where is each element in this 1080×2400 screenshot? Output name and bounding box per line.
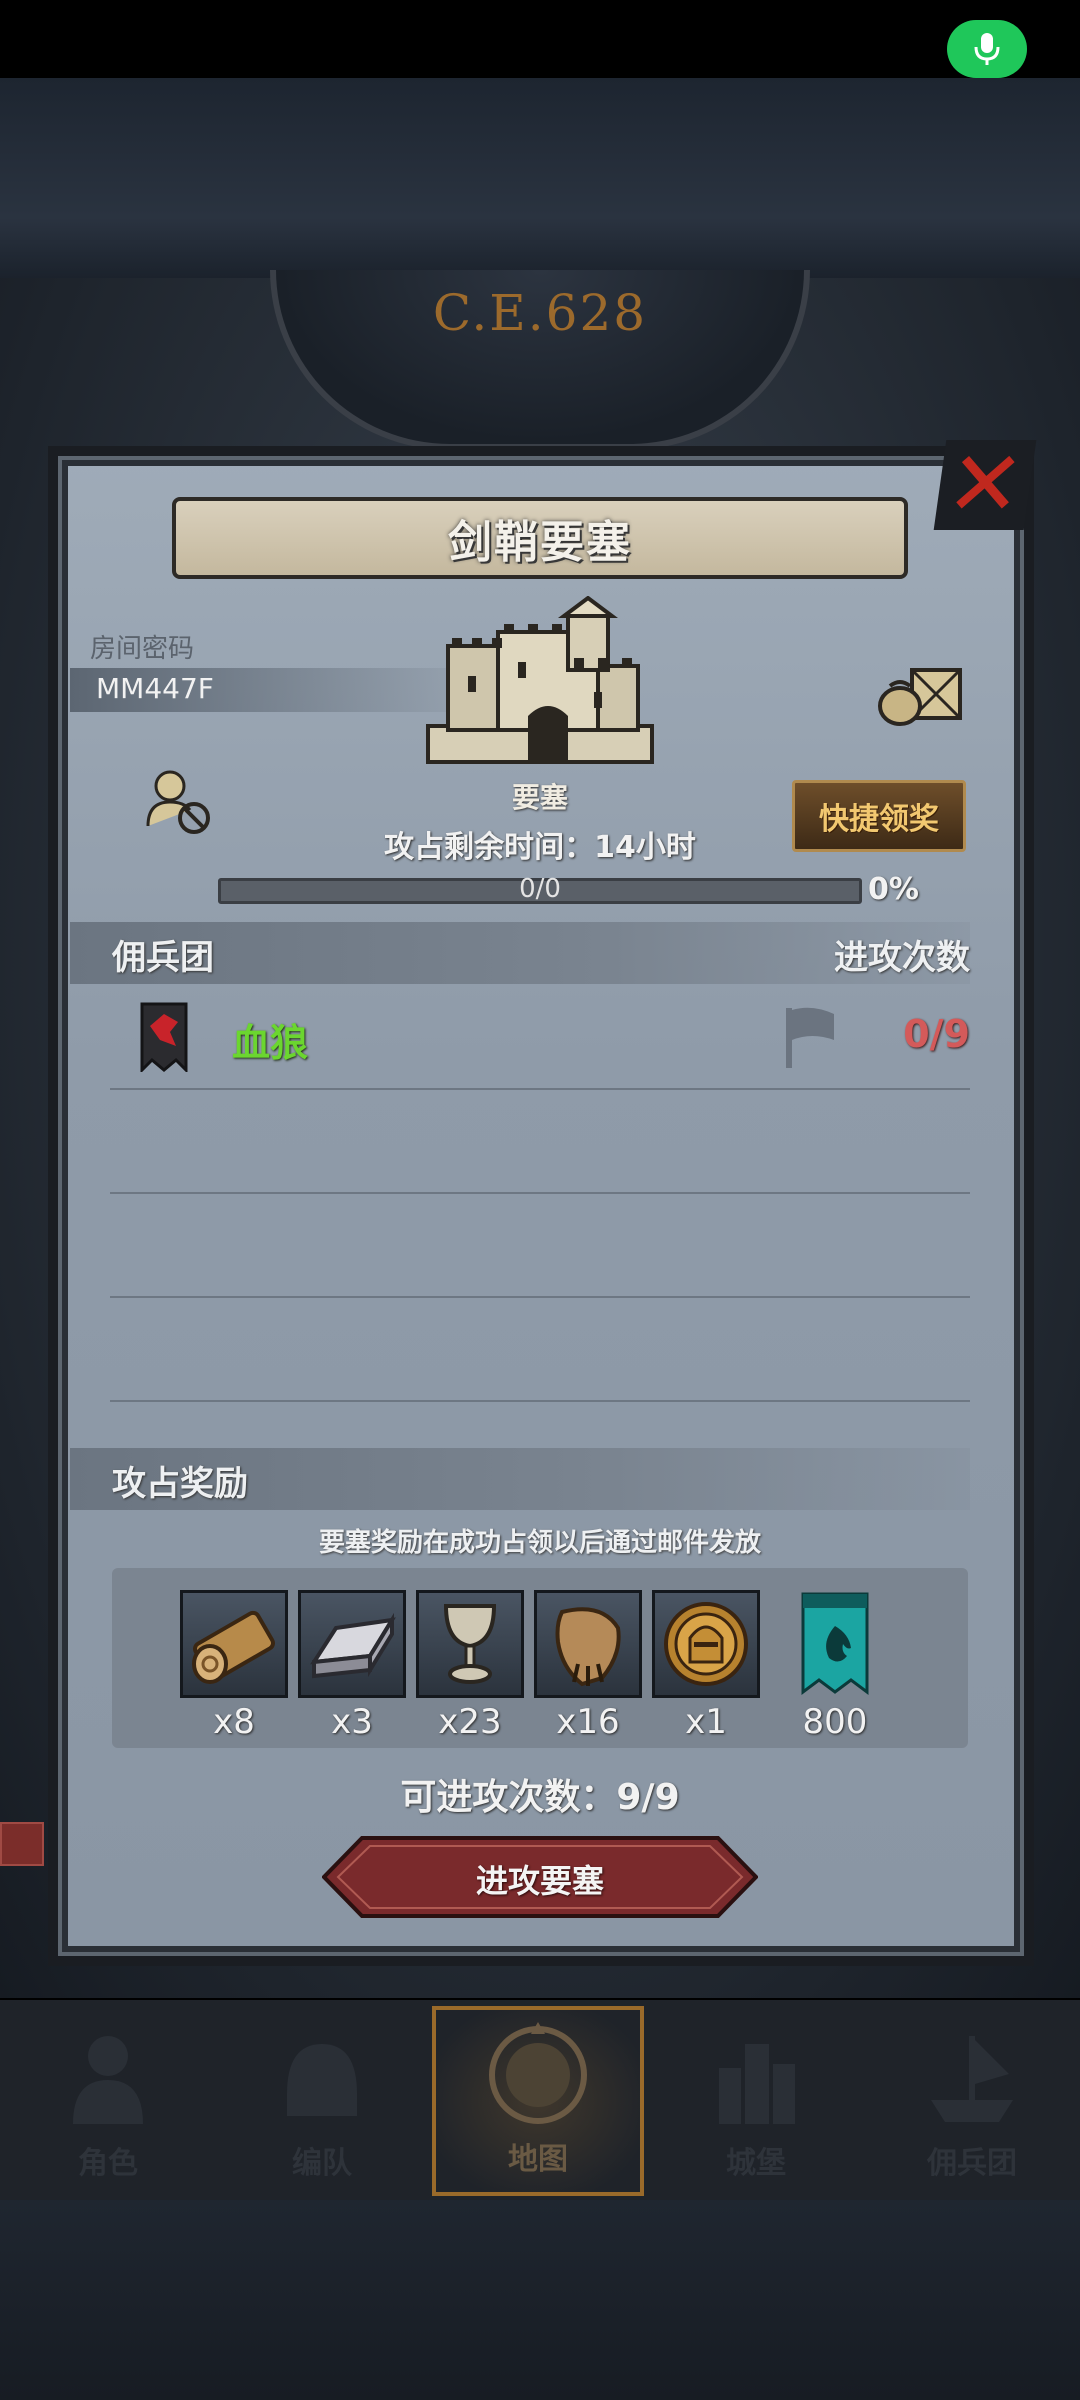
era-label: C.E.628: [432, 284, 648, 342]
reward-quantity: 800: [802, 1702, 868, 1742]
reward-item[interactable]: x1: [652, 1590, 760, 1742]
fur-pelt-icon: [555, 1607, 621, 1687]
title-banner: 剑鞘要塞: [172, 497, 908, 579]
formation-helmet-icon: [287, 2044, 357, 2116]
microphone-icon: [974, 33, 1000, 65]
nav-item-castle[interactable]: 城堡: [650, 2006, 862, 2196]
reward-item[interactable]: x3: [298, 1590, 406, 1742]
nav-item-character[interactable]: 角色: [2, 2006, 214, 2196]
nav-label: 角色: [78, 2146, 138, 2181]
background-sky: [0, 78, 1080, 278]
attack-count-column-label: 进攻次数: [834, 938, 970, 978]
nav-label: 编队: [292, 2146, 352, 2181]
kick-member-icon[interactable]: [144, 768, 214, 836]
mercenary-ship-icon: [931, 2036, 1013, 2122]
dialog-title: 剑鞘要塞: [448, 517, 632, 568]
nav-label: 城堡: [726, 2146, 786, 2181]
remaining-time-text: 攻占剩余时间：14小时: [384, 830, 696, 865]
room-code-value[interactable]: MM447F: [96, 672, 214, 705]
table-row-empty: [110, 1194, 970, 1298]
nav-item-formation[interactable]: 编队: [216, 2006, 428, 2196]
reward-quantity: x3: [331, 1702, 373, 1742]
chalice-icon: [443, 1604, 497, 1684]
flag-icon: [786, 1007, 834, 1068]
reward-quantity: x16: [556, 1702, 620, 1742]
nav-label: 佣兵团: [927, 2146, 1017, 2181]
castle-towers-icon: [719, 2044, 795, 2124]
mercenary-attack-count: 0/9: [903, 1012, 970, 1056]
map-compass-icon: [489, 2022, 587, 2124]
iron-ingot-icon: [310, 1612, 396, 1679]
supplies-crate-icon[interactable]: [876, 662, 966, 726]
reward-quantity: x23: [438, 1702, 502, 1742]
nav-label: 地图: [508, 2142, 568, 2177]
teal-banner-icon: [801, 1592, 869, 1695]
reward-section-label: 攻占奖励: [112, 1464, 248, 1504]
nav-item-map[interactable]: 地图: [432, 2006, 644, 2196]
capture-progress-text: 0/0: [519, 874, 561, 904]
status-bar: [0, 0, 1080, 78]
red-wolf-banner-icon: [140, 1002, 188, 1072]
attack-remaining-text: 可进攻次数：9/9: [400, 1777, 680, 1818]
reward-item[interactable]: x23: [416, 1590, 524, 1742]
golden-helmet-icon: [664, 1602, 748, 1686]
capture-progress-percent: 0%: [868, 872, 919, 907]
crossed-swords-icon[interactable]: [0, 1822, 44, 1866]
attack-fortress-button[interactable]: [322, 1836, 758, 1918]
reward-item[interactable]: 800: [780, 1590, 890, 1742]
mercenary-name: 血狼: [232, 1021, 309, 1065]
quick-claim-label: 快捷领奖: [819, 802, 939, 837]
nav-item-mercenary[interactable]: 佣兵团: [866, 2006, 1078, 2196]
character-knight-icon: [73, 2036, 143, 2124]
building-type-label: 要塞: [511, 781, 568, 814]
close-icon: ✕: [939, 432, 1031, 537]
table-row-empty: [110, 1298, 970, 1402]
fortress-castle-icon: [426, 596, 654, 764]
table-row-empty: [110, 1090, 970, 1194]
reward-quantity: x8: [213, 1702, 255, 1742]
quick-claim-button[interactable]: 快捷领奖: [792, 780, 966, 852]
bottom-area: [0, 2200, 1080, 2400]
wood-log-icon: [192, 1610, 275, 1684]
reward-note: 要塞奖励在成功占领以后通过邮件发放: [318, 1528, 761, 1558]
reward-item[interactable]: x8: [180, 1590, 288, 1742]
mercenary-column-label: 佣兵团: [112, 938, 214, 978]
room-code-label: 房间密码: [90, 634, 195, 664]
reward-quantity: x1: [685, 1702, 727, 1742]
reward-item[interactable]: x16: [534, 1590, 642, 1742]
close-button[interactable]: ✕: [933, 432, 1037, 537]
microphone-button[interactable]: [947, 20, 1027, 78]
